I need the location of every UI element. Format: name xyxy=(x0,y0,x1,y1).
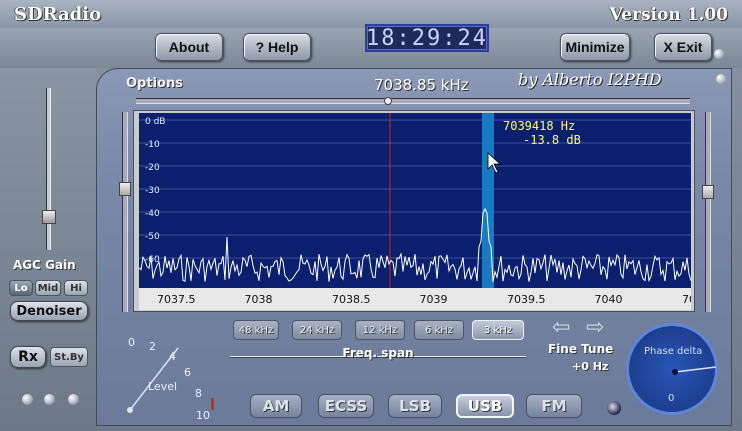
mode-indicator-led xyxy=(607,401,621,415)
db-tick-label: -30 xyxy=(145,186,160,196)
level-needle-pivot xyxy=(127,407,133,413)
agc-hi-button[interactable]: Hi xyxy=(64,280,88,296)
agc-gain-slider-knob[interactable] xyxy=(42,210,56,224)
mode-ecss-button[interactable]: ECSS xyxy=(318,394,374,418)
spectrum-display[interactable]: 0 dB -10 -20 -30 -40 -50 -60 7039418 Hz -13.8 … xyxy=(139,113,691,288)
span-12khz-button[interactable]: 12 kHz xyxy=(355,320,405,340)
frequency-tick-label: 7039.5 xyxy=(507,293,546,306)
author-signature: by Alberto I2PHD xyxy=(518,70,662,89)
cursor-level-readout: -13.8 dB xyxy=(523,133,581,147)
fine-tune-label: Fine Tune xyxy=(548,342,614,356)
left-spectrum-slider[interactable] xyxy=(122,112,128,312)
db-tick-label: -50 xyxy=(145,232,160,242)
tuning-slider-track[interactable] xyxy=(136,98,690,104)
phase-delta-value: 0 xyxy=(668,393,675,404)
fine-tune-value: +0 Hz xyxy=(572,360,609,373)
mode-lsb-button[interactable]: LSB xyxy=(388,394,442,418)
frequency-tick-label: 7040 xyxy=(595,293,623,306)
fine-tune-left-arrow-icon[interactable]: ⇦ xyxy=(552,317,570,339)
cursor-frequency-readout: 7039418 Hz xyxy=(503,119,575,133)
agc-gain-label: AGC Gain xyxy=(13,258,76,272)
span-48khz-button[interactable]: 48 kHz xyxy=(233,320,279,340)
mode-fm-button[interactable]: FM xyxy=(526,394,582,418)
level-tick-label: 10 xyxy=(196,409,210,422)
about-button[interactable]: About xyxy=(155,33,223,61)
spectrum-plot[interactable]: 0 dB -10 -20 -30 -40 -50 -60 7039418 Hz -13.8 … xyxy=(139,113,691,288)
span-3khz-button[interactable]: 3 kHz xyxy=(472,320,524,340)
frequency-tick-label: 7040 xyxy=(682,293,691,306)
span-6khz-button[interactable]: 6 kHz xyxy=(414,320,464,340)
left-spectrum-slider-knob[interactable] xyxy=(119,182,131,196)
level-needle xyxy=(129,347,179,411)
frequency-axis: 7037.5 7038 7038.5 7039 7039.5 7040 7040 xyxy=(139,288,710,310)
denoiser-button[interactable]: Denoiser xyxy=(10,301,88,321)
mode-usb-button[interactable]: USB xyxy=(456,394,514,418)
db-tick-label: -40 xyxy=(145,209,160,219)
frequency-axis-labels: 7037.5 7038 7038.5 7039 7039.5 7040 7040 xyxy=(157,293,710,306)
frequency-tick-label: 7038 xyxy=(245,293,273,306)
frequency-tick-label: 7039 xyxy=(420,293,448,306)
agc-lo-button[interactable]: Lo xyxy=(9,280,33,296)
db-tick-label: -60 xyxy=(145,255,160,265)
tuning-slider-knob[interactable] xyxy=(384,97,392,105)
agc-mid-button[interactable]: Mid xyxy=(35,280,61,296)
standby-button[interactable]: St.By xyxy=(50,347,88,367)
status-led-3 xyxy=(68,394,79,405)
mode-am-button[interactable]: AM xyxy=(250,394,302,418)
phase-delta-needle xyxy=(672,366,717,375)
db-tick-label: -20 xyxy=(145,163,160,173)
frequency-tick-label: 7038.5 xyxy=(332,293,371,306)
level-label: Level xyxy=(148,380,177,393)
level-tick-label: 2 xyxy=(149,340,156,353)
spectrum-trace xyxy=(139,207,691,283)
level-tick-label: 6 xyxy=(184,366,191,379)
fine-tune-right-arrow-icon[interactable]: ⇨ xyxy=(586,317,604,339)
rx-button[interactable]: Rx xyxy=(10,346,46,368)
status-led-1 xyxy=(22,394,33,405)
minimize-button[interactable]: Minimize xyxy=(560,33,630,61)
db-tick-label: 0 dB xyxy=(145,117,165,127)
corner-rivet-2 xyxy=(716,74,726,84)
right-spectrum-slider[interactable] xyxy=(705,112,711,312)
help-button[interactable]: ? Help xyxy=(243,33,311,61)
span-24khz-button[interactable]: 24 kHz xyxy=(292,320,342,340)
right-spectrum-slider-knob[interactable] xyxy=(702,185,714,199)
phase-delta-label: Phase delta xyxy=(644,346,703,357)
level-tick-label: 0 xyxy=(128,336,135,349)
options-menu[interactable]: Options xyxy=(126,76,183,91)
app-title: SDRadio xyxy=(14,4,102,25)
tuned-frequency: 7038.85 kHz xyxy=(374,76,469,94)
sdradio-window: SDRadio Version 1.00 About ? Help 18:29:… xyxy=(0,0,742,431)
freq-span-label: Freq. span xyxy=(342,346,414,360)
agc-gain-slider-track[interactable] xyxy=(46,88,51,250)
version-label: Version 1.00 xyxy=(609,5,728,25)
exit-button[interactable]: X Exit xyxy=(654,33,712,61)
level-tick-label: 8 xyxy=(195,387,202,400)
frequency-tick-label: 7037.5 xyxy=(157,293,196,306)
status-led-2 xyxy=(44,394,55,405)
db-tick-label: -10 xyxy=(145,140,160,150)
level-scale-dial[interactable]: 0 246810 Level xyxy=(118,318,228,428)
corner-rivet xyxy=(714,49,724,59)
level-red-indicator xyxy=(211,398,214,410)
clock-display: 18:29:24 xyxy=(365,24,489,52)
